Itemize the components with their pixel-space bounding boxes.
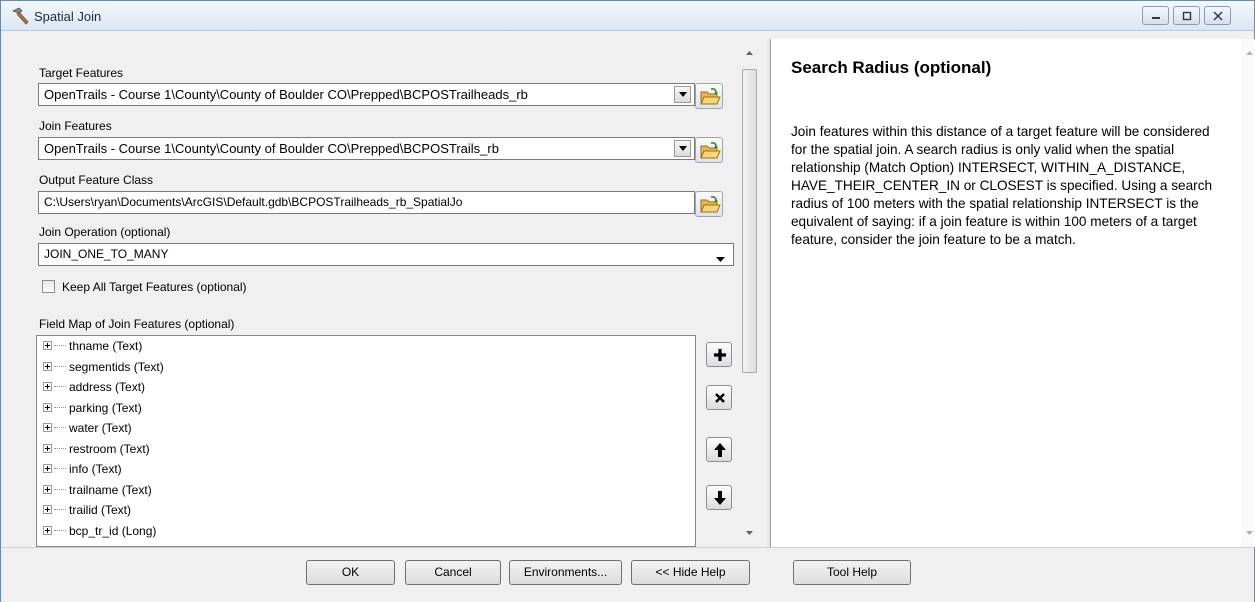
field-map-item[interactable]: trailname (Text) xyxy=(37,480,695,501)
scroll-down-icon[interactable] xyxy=(1241,527,1255,539)
expand-icon[interactable] xyxy=(43,484,52,494)
join-operation-label: Join Operation (optional) xyxy=(39,225,171,239)
spatial-join-window: Spatial Join Target Features OpenTrails … xyxy=(0,0,1255,602)
output-feature-class-browse-button[interactable] xyxy=(695,191,723,217)
field-map-item[interactable]: info (Text) xyxy=(37,459,695,480)
open-folder-icon xyxy=(700,88,721,105)
open-folder-icon xyxy=(700,196,721,213)
help-scrollbar[interactable] xyxy=(1241,39,1255,547)
parameters-scrollbar[interactable] xyxy=(741,39,758,547)
join-features-label: Join Features xyxy=(39,119,112,133)
arrow-up-icon xyxy=(714,443,726,457)
help-title: Search Radius (optional) xyxy=(791,58,992,77)
expand-icon[interactable] xyxy=(43,402,52,412)
dropdown-arrow-icon[interactable] xyxy=(716,251,725,265)
expand-icon[interactable] xyxy=(43,341,52,350)
scroll-thumb[interactable] xyxy=(742,69,757,373)
ok-button[interactable]: OK xyxy=(306,560,395,585)
open-folder-icon xyxy=(700,142,721,159)
close-button[interactable] xyxy=(1204,6,1231,25)
cancel-button[interactable]: Cancel xyxy=(405,560,501,585)
output-feature-class-value: C:\Users\ryan\Documents\ArcGIS\Default.g… xyxy=(44,195,463,209)
expand-icon[interactable] xyxy=(43,525,52,535)
target-features-value: OpenTrails - Course 1\County\County of B… xyxy=(44,87,528,102)
target-features-browse-button[interactable] xyxy=(695,83,723,109)
environments-button[interactable]: Environments... xyxy=(509,560,622,585)
dropdown-arrow-icon[interactable] xyxy=(674,140,691,157)
window-title: Spatial Join xyxy=(34,9,102,24)
move-field-up-button[interactable] xyxy=(706,437,732,462)
field-map-item[interactable]: parking (Text) xyxy=(37,398,695,419)
maximize-button[interactable] xyxy=(1173,6,1200,25)
arrow-down-icon xyxy=(714,491,726,505)
expand-icon[interactable] xyxy=(43,382,52,391)
join-operation-value: JOIN_ONE_TO_MANY xyxy=(44,247,169,261)
scroll-down-icon[interactable] xyxy=(741,527,758,539)
field-map-item[interactable]: thname (Text) xyxy=(37,336,695,357)
remove-field-button[interactable] xyxy=(706,385,732,410)
expand-icon[interactable] xyxy=(43,505,52,514)
help-body: Join features within this distance of a … xyxy=(791,124,1213,247)
expand-icon[interactable] xyxy=(43,423,52,432)
field-map-item[interactable]: trailid (Text) xyxy=(37,500,695,521)
field-map-label: Field Map of Join Features (optional) xyxy=(39,317,235,331)
join-features-browse-button[interactable] xyxy=(695,137,723,163)
x-icon xyxy=(715,393,725,403)
field-map-tree[interactable]: thname (Text) segmentids (Text) address … xyxy=(36,335,696,547)
expand-icon[interactable] xyxy=(43,464,52,473)
output-feature-class-label: Output Feature Class xyxy=(39,173,154,187)
hammer-icon xyxy=(10,6,30,26)
help-pane: Search Radius (optional) Join features w… xyxy=(770,39,1241,547)
field-map-item[interactable]: water (Text) xyxy=(37,418,695,439)
field-map-item[interactable]: segmentids (Text) xyxy=(37,357,695,378)
dialog-footer: OK Cancel Environments... << Hide Help T… xyxy=(1,547,1254,602)
expand-icon[interactable] xyxy=(43,443,52,453)
scroll-up-icon[interactable] xyxy=(741,47,758,59)
move-field-down-button[interactable] xyxy=(706,485,732,510)
scroll-up-icon[interactable] xyxy=(1241,47,1255,59)
keep-all-target-features-label: Keep All Target Features (optional) xyxy=(62,280,247,294)
parameters-pane: Target Features OpenTrails - Course 1\Co… xyxy=(9,39,767,547)
join-features-value: OpenTrails - Course 1\County\County of B… xyxy=(44,141,499,156)
output-feature-class-input[interactable]: C:\Users\ryan\Documents\ArcGIS\Default.g… xyxy=(38,191,695,214)
join-operation-select[interactable]: JOIN_ONE_TO_MANY xyxy=(38,243,734,266)
title-bar[interactable]: Spatial Join xyxy=(1,1,1254,31)
dropdown-arrow-icon[interactable] xyxy=(674,86,691,103)
add-field-button[interactable] xyxy=(706,342,732,367)
field-map-item[interactable]: bcp_tr_id (Long) xyxy=(37,521,695,542)
hide-help-button[interactable]: << Hide Help xyxy=(631,560,750,585)
field-map-item[interactable]: address (Text) xyxy=(37,377,695,398)
keep-all-target-features-checkbox[interactable] xyxy=(42,280,55,293)
field-map-item[interactable]: restroom (Text) xyxy=(37,439,695,460)
join-features-combo[interactable]: OpenTrails - Course 1\County\County of B… xyxy=(38,137,695,160)
tool-help-button[interactable]: Tool Help xyxy=(793,560,911,585)
target-features-label: Target Features xyxy=(39,66,124,80)
plus-icon xyxy=(714,349,726,361)
minimize-button[interactable] xyxy=(1142,6,1169,25)
target-features-combo[interactable]: OpenTrails - Course 1\County\County of B… xyxy=(38,83,695,106)
expand-icon[interactable] xyxy=(43,361,52,371)
